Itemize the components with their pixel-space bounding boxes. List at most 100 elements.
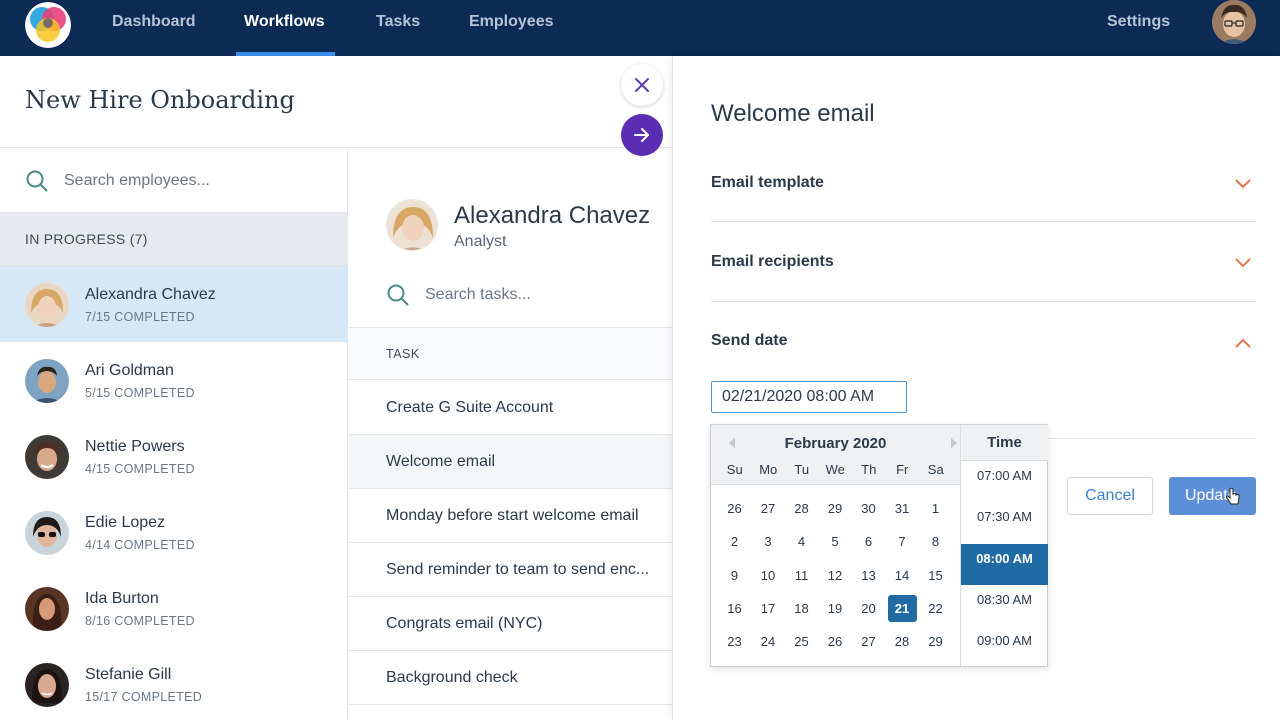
task-search-input[interactable]	[425, 282, 655, 308]
calendar-day[interactable]: 8	[921, 528, 950, 555]
calendar-day[interactable]: 22	[921, 595, 950, 622]
employee-row[interactable]: Edie Lopez 4/14 COMPLETED	[0, 494, 348, 570]
weekday-label: Th	[861, 462, 877, 477]
calendar-day[interactable]: 13	[854, 562, 883, 589]
time-option[interactable]: 07:00 AM	[961, 461, 1048, 502]
calendar-day[interactable]: 5	[821, 528, 850, 555]
section-divider	[711, 221, 1256, 222]
calendar-day[interactable]: 26	[821, 628, 850, 655]
task-row[interactable]: Congrats email (NYC)	[349, 597, 672, 651]
selected-employee-avatar	[386, 199, 438, 251]
user-avatar[interactable]	[1212, 0, 1256, 44]
group-header-in-progress[interactable]: IN PROGRESS (7)	[0, 213, 348, 266]
calendar-header: February 2020 Su Mo Tu We Th Fr Sa	[711, 425, 960, 485]
calendar-day[interactable]: 28	[787, 495, 816, 522]
employee-row[interactable]: Nettie Powers 4/15 COMPLETED	[0, 418, 348, 494]
send-date-input[interactable]	[711, 381, 907, 413]
time-option-selected[interactable]: 08:00 AM	[961, 544, 1048, 585]
employee-row[interactable]: Stefanie Gill 15/17 COMPLETED	[0, 646, 348, 720]
calendar-day[interactable]: 27	[854, 628, 883, 655]
search-icon	[26, 170, 48, 192]
employee-search-input[interactable]	[64, 168, 324, 194]
time-option[interactable]: 07:30 AM	[961, 502, 1048, 543]
calendar-day[interactable]: 11	[787, 562, 816, 589]
calendar-day[interactable]: 28	[888, 628, 917, 655]
employee-avatar	[25, 511, 69, 555]
calendar-day[interactable]: 26	[720, 495, 749, 522]
hand-cursor-icon	[1226, 487, 1240, 505]
calendar-day-selected[interactable]: 21	[887, 594, 917, 622]
calendar-day[interactable]: 29	[821, 495, 850, 522]
calendar-day[interactable]: 10	[754, 562, 783, 589]
calendar-day[interactable]: 9	[720, 562, 749, 589]
calendar-day[interactable]: 2	[720, 528, 749, 555]
task-list-panel: Alexandra Chavez Analyst TASK Create G S…	[349, 148, 672, 720]
calendar-day[interactable]: 1	[921, 495, 950, 522]
task-row[interactable]: Create G Suite Account	[349, 381, 672, 435]
section-email-template[interactable]: Email template	[711, 174, 824, 192]
task-column-header[interactable]: TASK	[349, 327, 672, 380]
calendar-day[interactable]: 16	[720, 595, 749, 622]
section-email-recipients[interactable]: Email recipients	[711, 253, 834, 271]
chevron-down-icon[interactable]	[1233, 256, 1253, 270]
calendar-day[interactable]: 19	[821, 595, 850, 622]
calendar: February 2020 Su Mo Tu We Th Fr Sa 26 27 2…	[711, 425, 960, 666]
task-row[interactable]: Background check	[349, 651, 672, 705]
calendar-day[interactable]: 3	[754, 528, 783, 555]
selected-employee-name: Alexandra Chavez	[454, 202, 651, 229]
time-option[interactable]: 08:30 AM	[961, 585, 1048, 626]
calendar-month-label: February 2020	[784, 435, 887, 452]
calendar-day[interactable]: 17	[754, 595, 783, 622]
nav-tasks[interactable]: Tasks	[376, 0, 420, 56]
calendar-day[interactable]: 14	[888, 562, 917, 589]
calendar-day[interactable]: 6	[854, 528, 883, 555]
employee-row[interactable]: Ari Goldman 5/15 COMPLETED	[0, 342, 348, 418]
chevron-up-icon[interactable]	[1233, 336, 1253, 350]
calendar-day[interactable]: 20	[854, 595, 883, 622]
update-button[interactable]: Update	[1169, 477, 1256, 515]
employee-avatar	[25, 663, 69, 707]
employee-search-row	[0, 148, 348, 213]
section-send-date[interactable]: Send date	[711, 332, 787, 350]
calendar-day[interactable]: 27	[754, 495, 783, 522]
employee-progress: 8/16 COMPLETED	[85, 614, 195, 628]
time-option[interactable]: 09:00 AM	[961, 626, 1048, 667]
nav-employees[interactable]: Employees	[469, 0, 553, 56]
employee-row[interactable]: Alexandra Chavez 7/15 COMPLETED	[0, 266, 348, 342]
calendar-day[interactable]: 24	[754, 628, 783, 655]
top-nav-bar: Dashboard Workflows Tasks Employees Sett…	[0, 0, 1280, 56]
app-logo-icon[interactable]	[25, 2, 71, 48]
calendar-day[interactable]: 18	[787, 595, 816, 622]
employee-name: Alexandra Chavez	[85, 286, 216, 303]
selected-employee-role: Analyst	[454, 233, 507, 250]
calendar-day[interactable]: 12	[821, 562, 850, 589]
nav-settings[interactable]: Settings	[1107, 0, 1170, 56]
task-row[interactable]: Monday before start welcome email	[349, 489, 672, 543]
employee-row[interactable]: Ida Burton 8/16 COMPLETED	[0, 570, 348, 646]
calendar-day[interactable]: 29	[921, 628, 950, 655]
calendar-day[interactable]: 25	[787, 628, 816, 655]
close-button[interactable]	[621, 64, 663, 106]
task-row[interactable]: Welcome email	[349, 435, 672, 489]
calendar-day[interactable]: 30	[854, 495, 883, 522]
calendar-day[interactable]: 15	[921, 562, 950, 589]
calendar-day[interactable]: 7	[888, 528, 917, 555]
next-month-icon[interactable]	[951, 438, 957, 448]
employee-progress: 5/15 COMPLETED	[85, 386, 195, 400]
nav-workflows[interactable]: Workflows	[244, 0, 325, 56]
search-icon	[387, 284, 409, 306]
calendar-day[interactable]: 31	[888, 495, 917, 522]
chevron-down-icon[interactable]	[1233, 177, 1253, 191]
next-button[interactable]	[621, 114, 663, 156]
task-row[interactable]: Send reminder to team to send enc...	[349, 543, 672, 597]
cancel-button[interactable]: Cancel	[1067, 477, 1153, 515]
workflow-title: New Hire Onboarding	[25, 86, 295, 114]
panel-title: Welcome email	[711, 100, 875, 127]
date-picker-popup: February 2020 Su Mo Tu We Th Fr Sa 26 27 2…	[710, 424, 1048, 667]
calendar-day[interactable]: 4	[787, 528, 816, 555]
employee-name: Ida Burton	[85, 590, 159, 607]
arrow-right-icon	[634, 128, 649, 142]
nav-dashboard[interactable]: Dashboard	[112, 0, 196, 56]
calendar-day[interactable]: 23	[720, 628, 749, 655]
employee-name: Ari Goldman	[85, 362, 174, 379]
